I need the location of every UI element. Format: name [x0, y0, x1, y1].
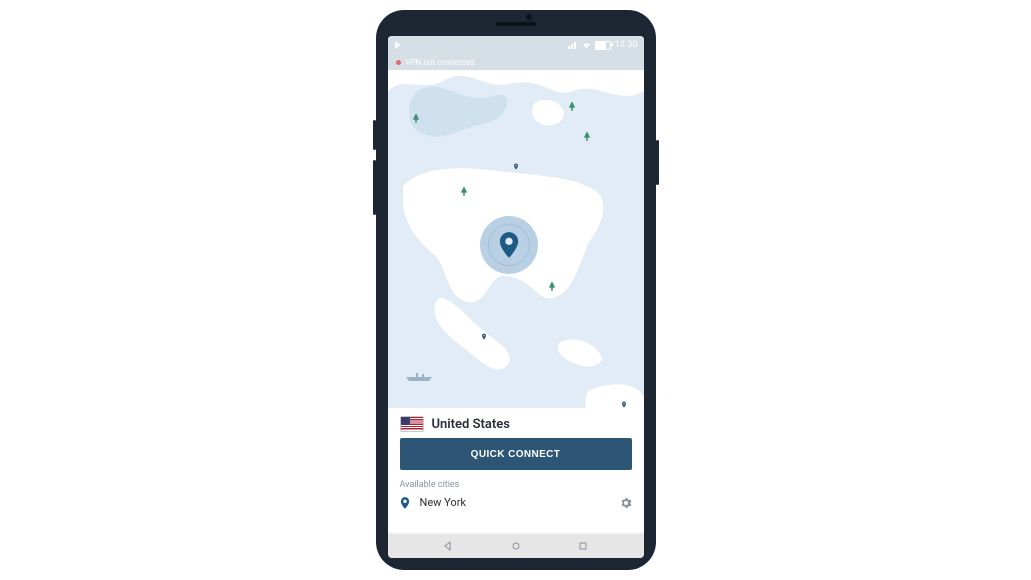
recents-button[interactable] — [576, 539, 590, 553]
notification-icon — [395, 41, 401, 49]
city-row[interactable]: New York — [388, 492, 644, 513]
city-name: New York — [420, 496, 610, 509]
android-statusbar: 12.30 — [388, 36, 644, 54]
available-cities-label: Available cities — [388, 470, 644, 492]
phone-frame: 12.30 VPN not connected United States QU… — [376, 10, 656, 570]
back-button[interactable] — [441, 539, 455, 553]
signal-icon — [568, 41, 578, 49]
app-screen: 12.30 VPN not connected United States QU… — [388, 36, 644, 558]
tree-icon — [568, 96, 576, 106]
server-pin[interactable] — [480, 326, 488, 334]
country-name: United States — [432, 417, 510, 432]
location-card: United States QUICK CONNECT Available ci… — [388, 408, 644, 534]
phone-side-button — [373, 160, 376, 215]
tree-icon — [548, 276, 556, 286]
server-pin[interactable] — [512, 156, 520, 164]
android-navbar — [388, 534, 644, 558]
world-map[interactable] — [388, 36, 644, 428]
battery-icon — [595, 41, 611, 50]
quick-connect-button[interactable]: QUICK CONNECT — [400, 438, 632, 470]
tree-icon — [583, 126, 591, 136]
flag-icon — [400, 416, 424, 432]
phone-side-button — [373, 120, 376, 150]
clock: 12.30 — [615, 40, 638, 50]
home-button[interactable] — [509, 539, 523, 553]
gear-icon[interactable] — [620, 497, 632, 509]
pin-icon — [400, 497, 410, 509]
boat-icon — [404, 366, 434, 376]
tree-icon — [412, 108, 420, 118]
wifi-icon — [582, 41, 591, 50]
tree-icon — [460, 181, 468, 191]
phone-camera — [526, 14, 532, 20]
server-pin[interactable] — [620, 394, 628, 402]
status-dot-icon — [396, 60, 401, 65]
phone-side-button — [656, 140, 659, 185]
vpn-status-text: VPN not connected — [406, 58, 475, 67]
phone-speaker — [496, 22, 536, 26]
vpn-status-banner: VPN not connected — [388, 54, 644, 70]
selected-location-pin[interactable] — [480, 216, 538, 274]
